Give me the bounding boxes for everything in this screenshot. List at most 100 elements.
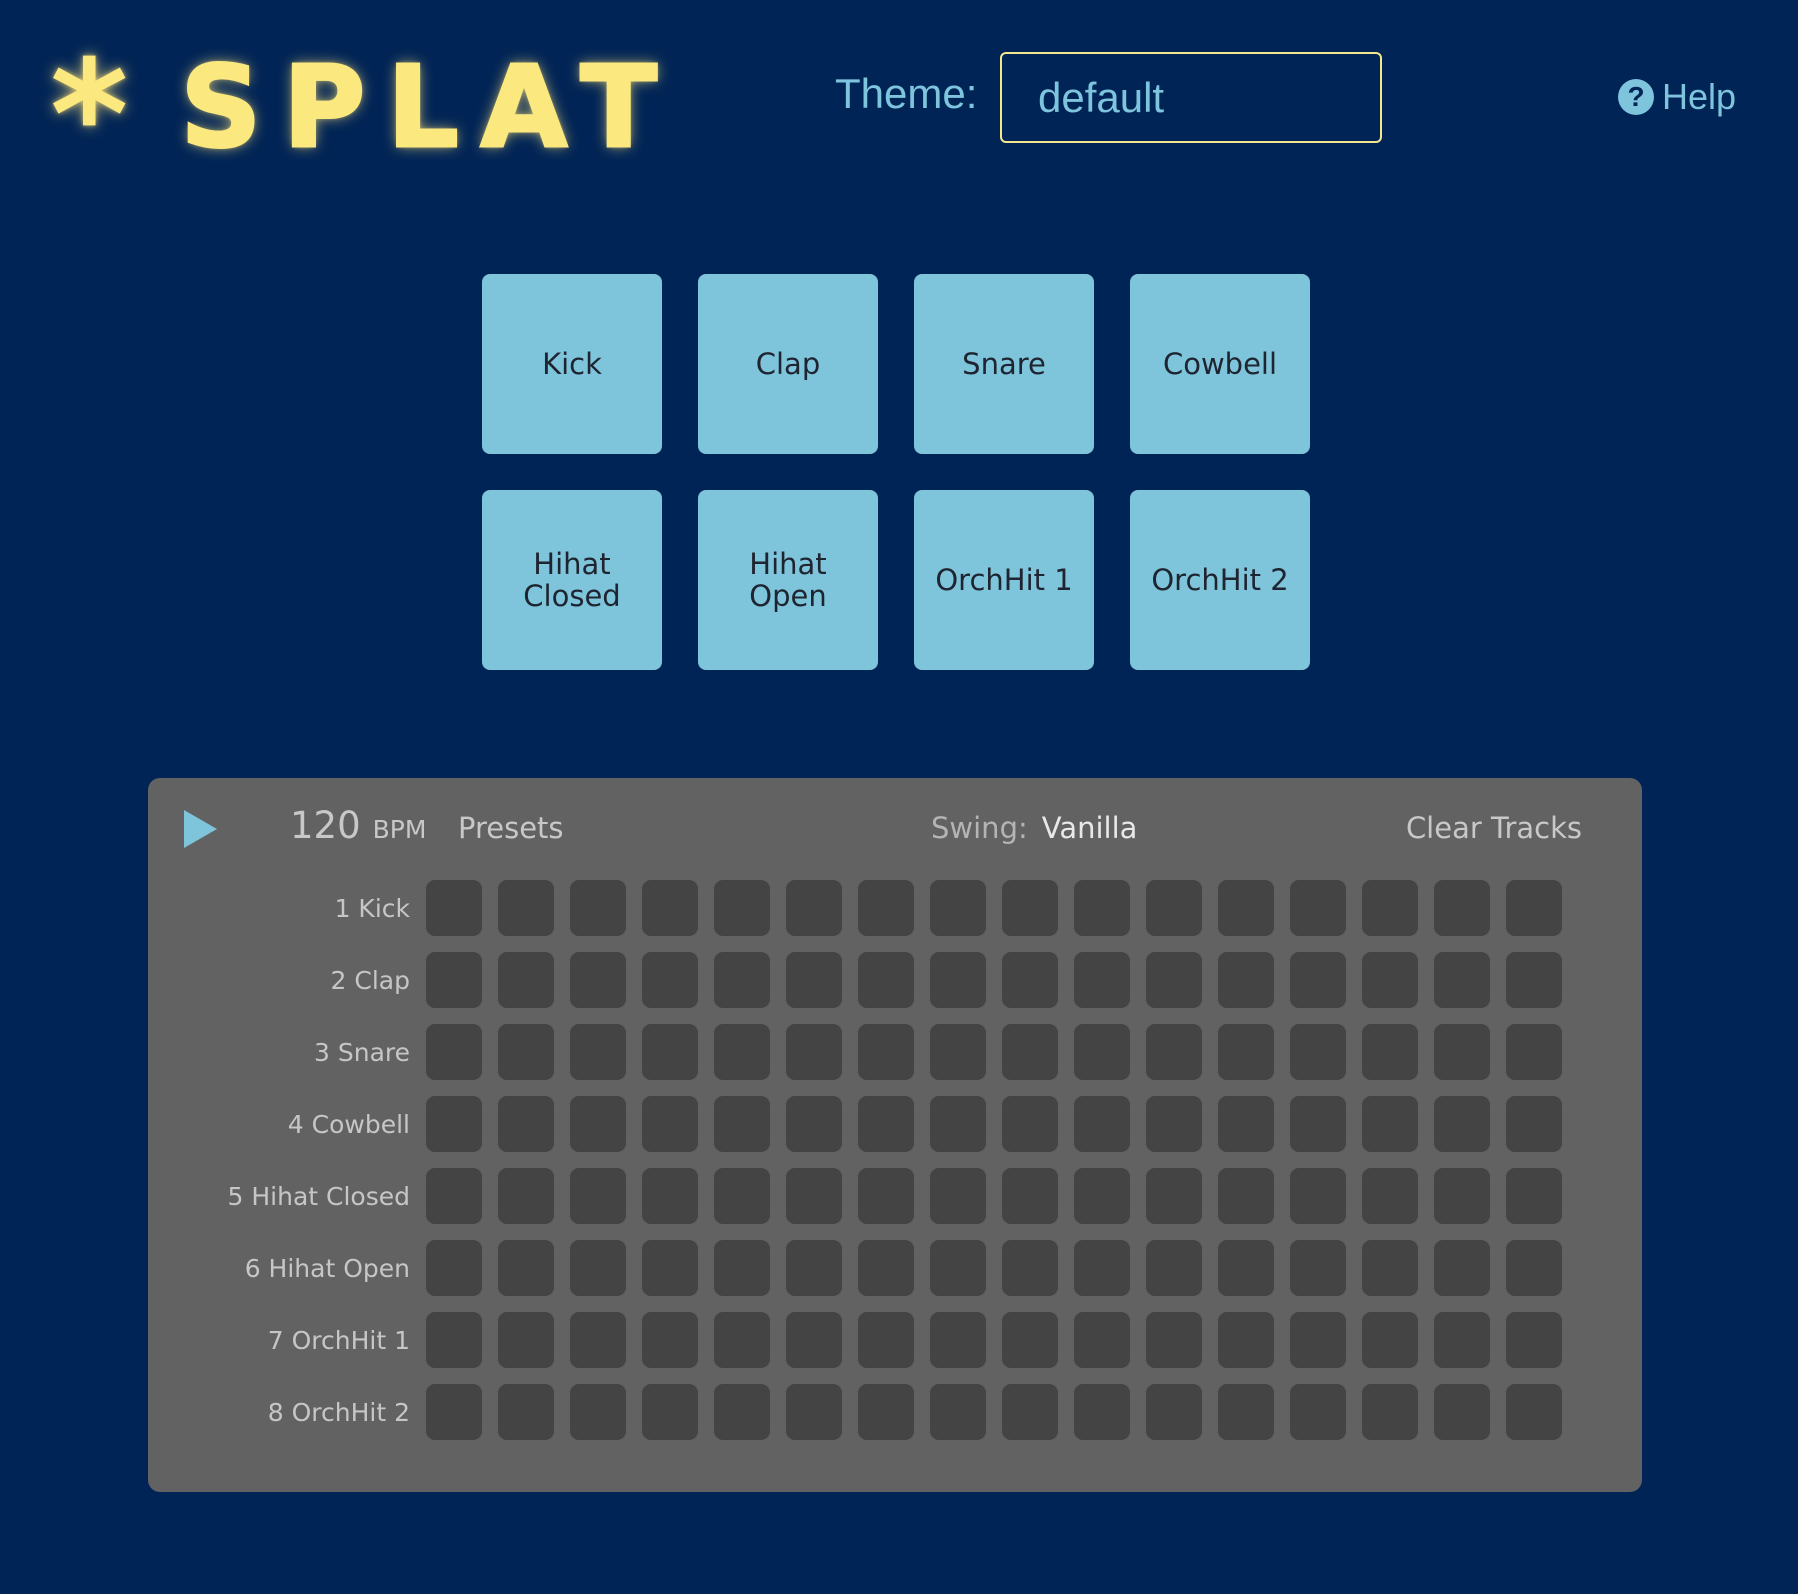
step-button[interactable]: [930, 1168, 986, 1224]
step-button[interactable]: [642, 1168, 698, 1224]
pad-hihat-open[interactable]: Hihat Open: [698, 490, 878, 670]
step-button[interactable]: [1290, 1024, 1346, 1080]
help-link[interactable]: ? Help: [1618, 76, 1736, 118]
step-button[interactable]: [1146, 880, 1202, 936]
step-button[interactable]: [714, 1096, 770, 1152]
step-button[interactable]: [930, 952, 986, 1008]
step-button[interactable]: [858, 880, 914, 936]
step-button[interactable]: [1218, 1024, 1274, 1080]
step-button[interactable]: [930, 1312, 986, 1368]
step-button[interactable]: [1506, 952, 1562, 1008]
step-button[interactable]: [570, 952, 626, 1008]
step-button[interactable]: [1218, 1096, 1274, 1152]
step-button[interactable]: [786, 1384, 842, 1440]
step-button[interactable]: [1146, 952, 1202, 1008]
step-button[interactable]: [1506, 1240, 1562, 1296]
step-button[interactable]: [1506, 1024, 1562, 1080]
step-button[interactable]: [1290, 1168, 1346, 1224]
pad-orchhit-2[interactable]: OrchHit 2: [1130, 490, 1310, 670]
step-button[interactable]: [1074, 1024, 1130, 1080]
step-button[interactable]: [642, 1096, 698, 1152]
step-button[interactable]: [1218, 1168, 1274, 1224]
pad-orchhit-1[interactable]: OrchHit 1: [914, 490, 1094, 670]
step-button[interactable]: [498, 1240, 554, 1296]
step-button[interactable]: [426, 1096, 482, 1152]
step-button[interactable]: [1290, 1096, 1346, 1152]
step-button[interactable]: [1362, 1168, 1418, 1224]
step-button[interactable]: [1434, 1096, 1490, 1152]
step-button[interactable]: [714, 1312, 770, 1368]
step-button[interactable]: [858, 1240, 914, 1296]
step-button[interactable]: [930, 880, 986, 936]
step-button[interactable]: [570, 1312, 626, 1368]
step-button[interactable]: [1506, 1168, 1562, 1224]
step-button[interactable]: [1146, 1168, 1202, 1224]
step-button[interactable]: [930, 1384, 986, 1440]
step-button[interactable]: [1002, 1240, 1058, 1296]
step-button[interactable]: [1362, 1384, 1418, 1440]
step-button[interactable]: [786, 1168, 842, 1224]
step-button[interactable]: [1146, 1240, 1202, 1296]
step-button[interactable]: [786, 1240, 842, 1296]
step-button[interactable]: [1362, 1240, 1418, 1296]
step-button[interactable]: [1074, 1096, 1130, 1152]
step-button[interactable]: [1002, 1312, 1058, 1368]
step-button[interactable]: [930, 1240, 986, 1296]
step-button[interactable]: [1434, 1168, 1490, 1224]
pad-cowbell[interactable]: Cowbell: [1130, 274, 1310, 454]
step-button[interactable]: [1146, 1096, 1202, 1152]
step-button[interactable]: [498, 952, 554, 1008]
step-button[interactable]: [1434, 952, 1490, 1008]
step-button[interactable]: [1362, 1024, 1418, 1080]
step-button[interactable]: [1218, 1312, 1274, 1368]
step-button[interactable]: [426, 1240, 482, 1296]
step-button[interactable]: [1218, 880, 1274, 936]
step-button[interactable]: [1002, 1096, 1058, 1152]
step-button[interactable]: [1002, 1024, 1058, 1080]
step-button[interactable]: [426, 1024, 482, 1080]
step-button[interactable]: [1434, 880, 1490, 936]
step-button[interactable]: [1146, 1384, 1202, 1440]
pad-kick[interactable]: Kick: [482, 274, 662, 454]
step-button[interactable]: [642, 1384, 698, 1440]
step-button[interactable]: [714, 952, 770, 1008]
step-button[interactable]: [1002, 952, 1058, 1008]
step-button[interactable]: [498, 1024, 554, 1080]
step-button[interactable]: [570, 1384, 626, 1440]
step-button[interactable]: [1434, 1384, 1490, 1440]
step-button[interactable]: [1362, 1096, 1418, 1152]
step-button[interactable]: [1002, 1168, 1058, 1224]
theme-input[interactable]: [1000, 52, 1382, 143]
swing-value[interactable]: Vanilla: [1042, 811, 1138, 845]
step-button[interactable]: [570, 1168, 626, 1224]
step-button[interactable]: [786, 1312, 842, 1368]
step-button[interactable]: [1074, 880, 1130, 936]
step-button[interactable]: [786, 880, 842, 936]
step-button[interactable]: [858, 1024, 914, 1080]
step-button[interactable]: [1506, 1312, 1562, 1368]
step-button[interactable]: [1074, 1240, 1130, 1296]
step-button[interactable]: [858, 1312, 914, 1368]
pad-hihat-closed[interactable]: Hihat Closed: [482, 490, 662, 670]
step-button[interactable]: [1362, 880, 1418, 936]
step-button[interactable]: [1290, 1240, 1346, 1296]
bpm-control[interactable]: 120 BPM: [290, 804, 426, 847]
step-button[interactable]: [1434, 1024, 1490, 1080]
step-button[interactable]: [858, 952, 914, 1008]
step-button[interactable]: [570, 1024, 626, 1080]
step-button[interactable]: [1218, 1384, 1274, 1440]
step-button[interactable]: [1506, 1384, 1562, 1440]
step-button[interactable]: [570, 1240, 626, 1296]
step-button[interactable]: [1218, 952, 1274, 1008]
step-button[interactable]: [570, 880, 626, 936]
step-button[interactable]: [570, 1096, 626, 1152]
step-button[interactable]: [1506, 880, 1562, 936]
step-button[interactable]: [714, 1240, 770, 1296]
step-button[interactable]: [1290, 1384, 1346, 1440]
step-button[interactable]: [642, 880, 698, 936]
step-button[interactable]: [642, 1240, 698, 1296]
step-button[interactable]: [1002, 880, 1058, 936]
step-button[interactable]: [426, 1312, 482, 1368]
step-button[interactable]: [858, 1096, 914, 1152]
step-button[interactable]: [714, 880, 770, 936]
